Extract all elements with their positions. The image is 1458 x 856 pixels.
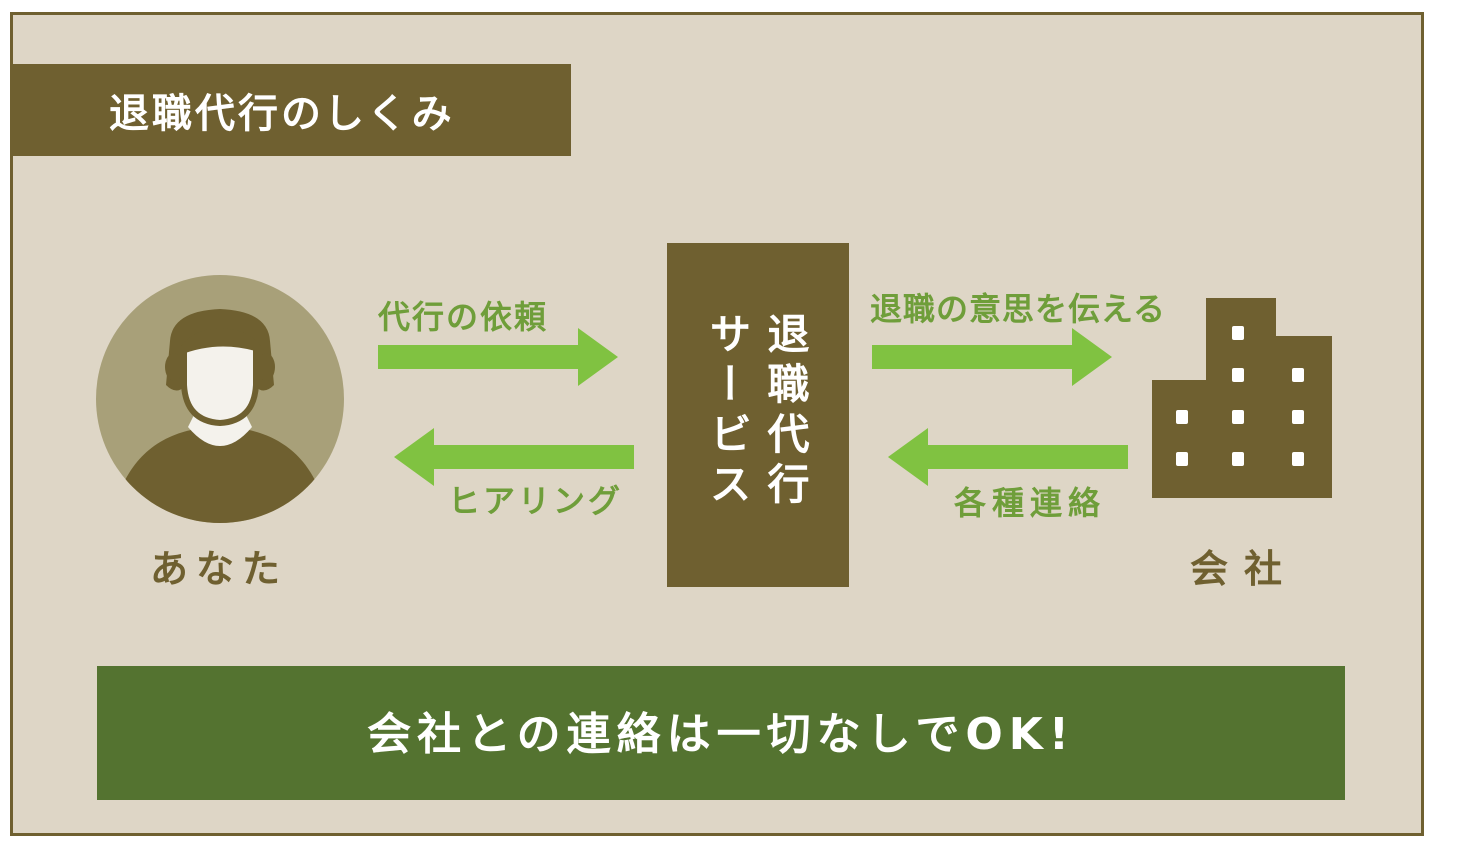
arrow-right-icon (872, 328, 1112, 386)
arrow-right-icon (378, 328, 618, 386)
service-label-line1: 退職代行 (761, 312, 810, 512)
service-label-line2: サービス (703, 312, 752, 512)
diagram-title: 退職代行のしくみ (109, 91, 455, 137)
person-icon (96, 275, 344, 523)
node-company-label: 会社 (1190, 547, 1299, 591)
title-bar: 退職代行のしくみ (13, 64, 571, 156)
bottom-banner: 会社との連絡は一切なしでOK! (97, 666, 1345, 800)
node-you-label: あなた (150, 547, 289, 591)
service-node (667, 243, 849, 587)
edge-various-contact-label: 各種連絡 (954, 484, 1107, 522)
banner-text: 会社との連絡は一切なしでOK! (367, 709, 1075, 760)
building-icon (1152, 298, 1332, 498)
edge-tell-intention-label: 退職の意思を伝える (870, 290, 1167, 328)
edge-hearing-label: ヒアリング (448, 482, 624, 520)
